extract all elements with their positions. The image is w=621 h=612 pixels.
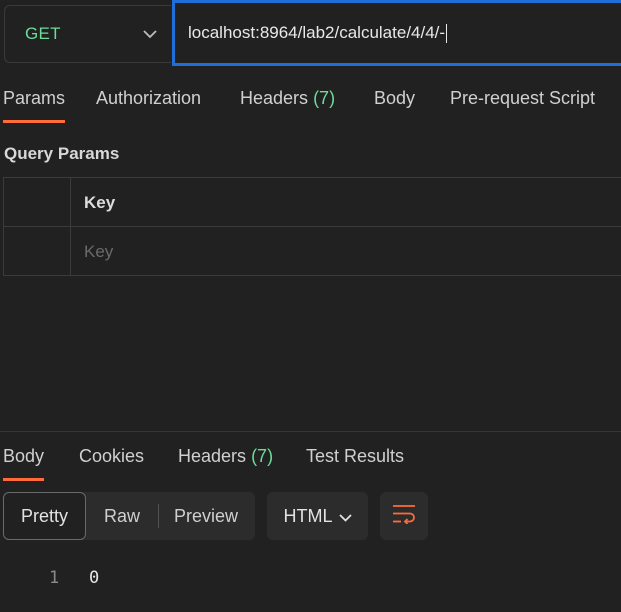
query-params-table: Key Key	[3, 177, 621, 276]
tab-label: Body	[3, 446, 45, 466]
key-input[interactable]: Key	[84, 242, 113, 262]
text-caret	[446, 23, 448, 43]
view-mode-switch: Pretty Raw Preview	[3, 492, 255, 540]
wrap-lines-button[interactable]	[380, 492, 428, 540]
chevron-down-icon	[143, 29, 157, 39]
url-text: localhost:8964/lab2/calculate/4/4/-	[188, 23, 446, 42]
response-body-content: 0	[89, 568, 100, 588]
method-select[interactable]: GET	[4, 5, 171, 63]
line-number: 1	[49, 568, 60, 588]
raw-button[interactable]: Raw	[86, 492, 158, 540]
tab-label: Cookies	[79, 446, 145, 466]
request-tabs: Params Authorization Headers (7) Body Pr…	[0, 88, 621, 124]
tab-label: Pre-request Script	[450, 88, 596, 108]
format-select[interactable]: HTML	[267, 492, 368, 540]
table-divider	[4, 226, 621, 227]
pretty-button[interactable]: Pretty	[3, 492, 86, 540]
tab-pre-request-script[interactable]: Pre-request Script	[450, 88, 595, 109]
tab-label: Headers	[178, 446, 247, 466]
tab-params[interactable]: Params	[3, 88, 66, 123]
tab-count: (7)	[313, 88, 336, 108]
tab-response-headers[interactable]: Headers (7)	[178, 446, 273, 467]
tab-label: Body	[374, 88, 416, 108]
tab-label: Headers	[240, 88, 309, 108]
chevron-down-icon	[338, 506, 352, 527]
tab-response-body[interactable]: Body	[3, 446, 45, 481]
tab-label: Test Results	[306, 446, 405, 466]
query-params-title: Query Params	[4, 144, 120, 163]
tab-label: Authorization	[96, 88, 202, 108]
preview-button[interactable]: Preview	[159, 492, 253, 540]
url-input[interactable]: localhost:8964/lab2/calculate/4/4/-	[172, 0, 621, 66]
format-label: HTML	[283, 505, 333, 526]
method-label: GET	[25, 24, 61, 43]
tab-count: (7)	[251, 446, 274, 466]
response-tabs: Body Cookies Headers (7) Test Results	[0, 446, 621, 482]
column-header-key: Key	[84, 193, 116, 212]
tab-headers[interactable]: Headers (7)	[240, 88, 335, 109]
tab-label: Params	[3, 88, 66, 108]
pane-divider[interactable]	[0, 431, 621, 432]
tab-test-results[interactable]: Test Results	[306, 446, 404, 467]
tab-cookies[interactable]: Cookies	[79, 446, 144, 467]
wrap-lines-icon	[392, 504, 416, 529]
tab-body[interactable]: Body	[374, 88, 415, 109]
tab-authorization[interactable]: Authorization	[96, 88, 201, 109]
app-window: GET localhost:8964/lab2/calculate/4/4/- …	[0, 0, 621, 612]
